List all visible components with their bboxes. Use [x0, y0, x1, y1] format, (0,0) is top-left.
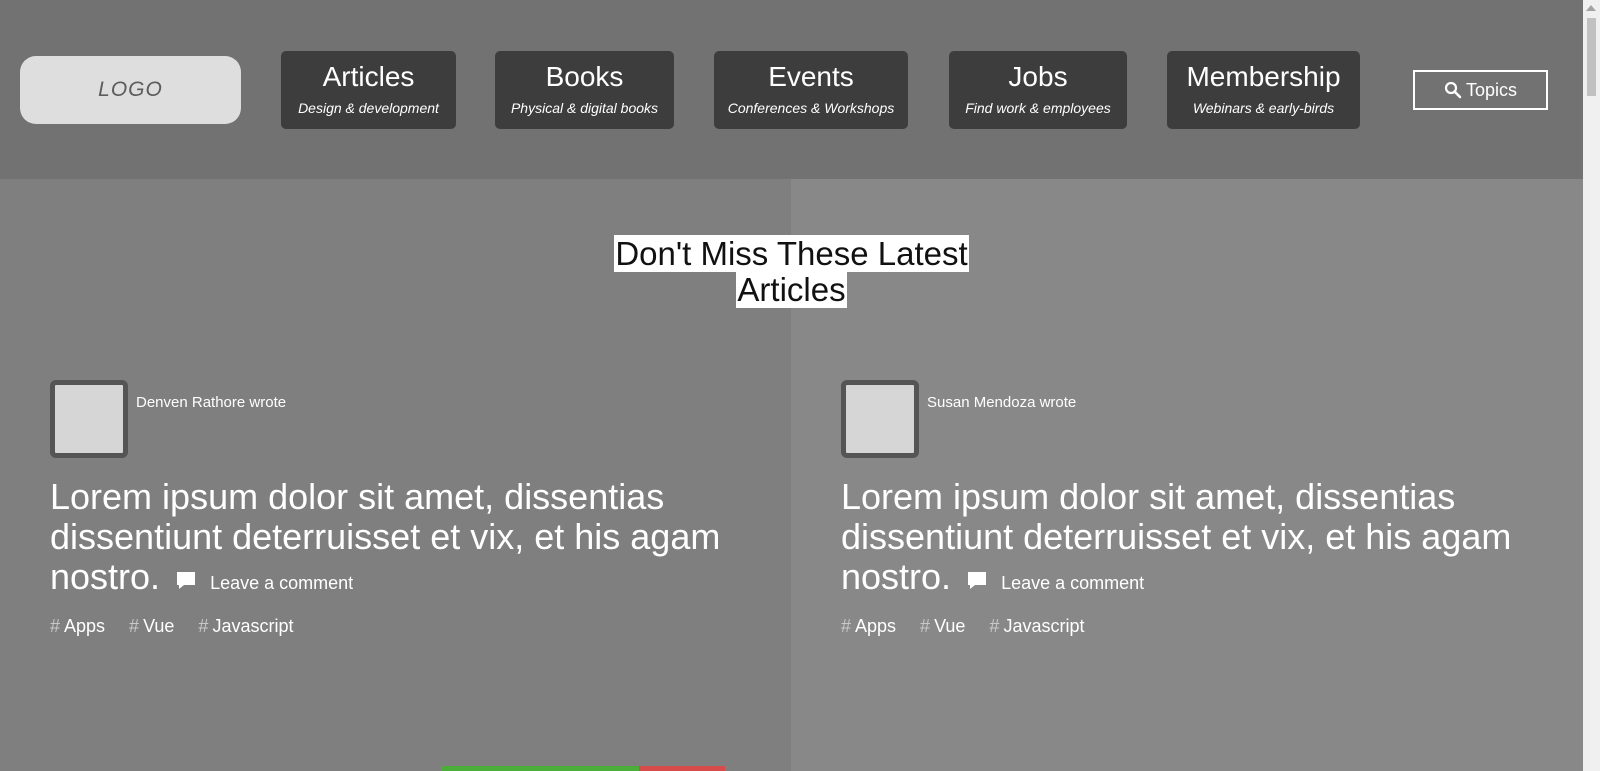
bottom-bar-red [639, 766, 725, 771]
post-author: Susan Mendoza wrote [927, 394, 1077, 411]
nav-subtitle: Conferences & Workshops [727, 100, 895, 116]
tag-vue[interactable]: # Vue [129, 616, 174, 637]
scroll-up-arrow-icon[interactable] [1586, 5, 1596, 11]
tag-list: # Apps # Vue # Javascript [841, 616, 1108, 637]
comment-icon [177, 572, 196, 589]
nav-subtitle: Webinars & early-birds [1192, 100, 1335, 116]
tag-javascript[interactable]: # Javascript [989, 616, 1084, 637]
topics-label: Topics [1465, 79, 1518, 100]
tag-apps[interactable]: # Apps [50, 616, 105, 637]
tag-javascript[interactable]: # Javascript [198, 616, 293, 637]
scrollbar[interactable] [1583, 0, 1600, 771]
leave-comment-link[interactable]: Leave a comment [1001, 573, 1144, 593]
tag-apps[interactable]: # Apps [841, 616, 896, 637]
nav-title: Articles [322, 61, 415, 92]
nav-item-books[interactable]: Books Physical & digital books [495, 51, 674, 129]
scrollbar-thumb[interactable] [1587, 18, 1596, 96]
comment-icon [968, 572, 987, 589]
nav-title: Membership [1186, 61, 1341, 92]
section-title: Don't Miss These Latest Articles [614, 235, 969, 308]
site-header: LOGO Articles Design & development Books… [0, 0, 1583, 179]
nav-item-articles[interactable]: Articles Design & development [281, 51, 456, 129]
post-title-text[interactable]: Lorem ipsum dolor sit amet, dissentias d… [50, 476, 720, 597]
post-title[interactable]: Lorem ipsum dolor sit amet, dissentias d… [50, 477, 760, 603]
nav-item-events[interactable]: Events Conferences & Workshops [714, 51, 908, 129]
nav-title: Books [545, 61, 624, 92]
bottom-bar-green [441, 766, 639, 771]
post-title[interactable]: Lorem ipsum dolor sit amet, dissentias d… [841, 477, 1551, 603]
leave-comment-link[interactable]: Leave a comment [210, 573, 353, 593]
search-icon [1444, 81, 1462, 99]
avatar[interactable] [50, 380, 128, 458]
logo[interactable]: LOGO [20, 56, 241, 124]
post-title-text[interactable]: Lorem ipsum dolor sit amet, dissentias d… [841, 476, 1511, 597]
nav-subtitle: Physical & digital books [510, 100, 659, 116]
topics-button[interactable]: Topics [1413, 70, 1548, 110]
nav-item-membership[interactable]: Membership Webinars & early-birds [1167, 51, 1360, 129]
tag-vue[interactable]: # Vue [920, 616, 965, 637]
post-author: Denven Rathore wrote [136, 394, 287, 411]
nav-title: Jobs [1008, 61, 1068, 92]
nav-item-jobs[interactable]: Jobs Find work & employees [949, 51, 1127, 129]
avatar[interactable] [841, 380, 919, 458]
tag-list: # Apps # Vue # Javascript [50, 616, 317, 637]
nav-subtitle: Design & development [298, 100, 439, 116]
nav-subtitle: Find work & employees [965, 100, 1111, 116]
nav-title: Events [768, 61, 854, 92]
